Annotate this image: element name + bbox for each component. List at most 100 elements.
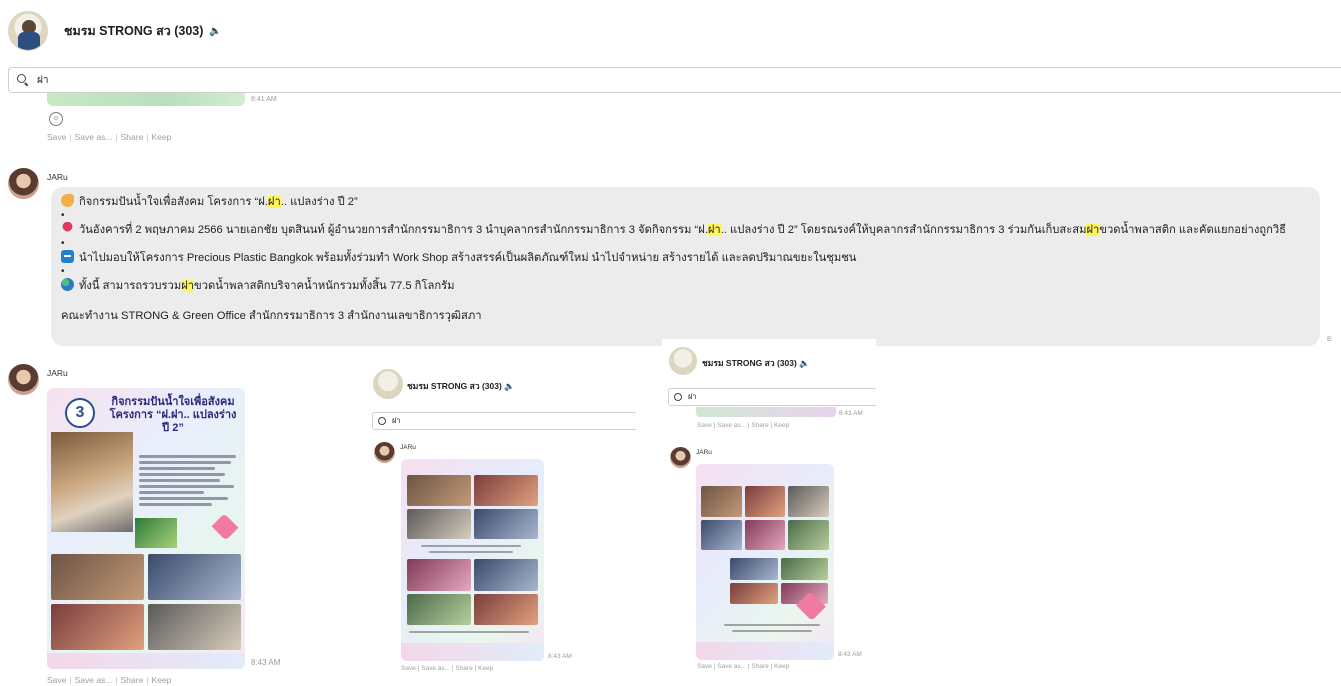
save-link[interactable]: Save	[47, 132, 66, 142]
save-as-link: Save as...	[717, 422, 747, 429]
save-link: Save	[697, 663, 712, 670]
search-highlight: ฝา	[181, 280, 195, 292]
search-value: ฝา	[392, 416, 401, 425]
share-link[interactable]: Share	[121, 675, 144, 685]
chat-title[interactable]: ชมรม STRONG สว (303)	[64, 21, 203, 41]
bullet-dot: •	[61, 210, 65, 221]
share-link[interactable]: Share	[121, 132, 144, 142]
chat-search-bar: ฝา	[372, 412, 636, 430]
search-icon	[674, 393, 682, 401]
poster-photo	[135, 518, 177, 548]
message-time: 8:	[1327, 336, 1333, 343]
search-icon	[17, 74, 29, 86]
poster-text-block	[135, 452, 243, 526]
save-as-link: Save as...	[717, 663, 747, 670]
poster-title: กิจกรรมปันน้ำใจเพื่อสังคม โครงการ “ฝ.ฝา.…	[109, 396, 237, 434]
search-highlight: ฝา	[1086, 224, 1100, 236]
message-actions: Save | Save as... | Share | Keep	[401, 665, 494, 672]
gallery-photo	[148, 604, 241, 650]
gallery-photo	[51, 554, 144, 600]
message-line-1: กิจกรรมปันน้ำใจเพื่อสังคม โครงการ “ฝ.ฝา.…	[61, 194, 1310, 210]
sender-avatar	[374, 442, 395, 463]
message-line-4: ทั้งนี้ สามารถรวบรวมฝาขวดน้ำพลาสติกบริจา…	[61, 278, 1310, 294]
keep-link[interactable]: Keep	[152, 132, 172, 142]
hand-point-icon	[61, 194, 74, 207]
share-link: Share	[751, 422, 769, 429]
search-input[interactable]	[37, 74, 637, 86]
group-avatar	[373, 369, 403, 399]
chat-title: ชมรม STRONG สว (303) 🔈	[407, 381, 515, 391]
sender-name: JARu	[47, 172, 68, 182]
message-actions: Save | Save as... | Share | Keep	[47, 132, 172, 142]
message-actions: Save | Save as... | Share | Keep	[697, 663, 790, 670]
chat-search-bar[interactable]	[8, 67, 1341, 93]
poster-photo	[51, 432, 133, 532]
message-line-2: วันอังคารที่ 2 พฤษภาคม 2566 นายเอกชัย บุ…	[61, 222, 1310, 238]
group-avatar[interactable]	[8, 11, 48, 51]
save-as-link[interactable]: Save as...	[75, 675, 113, 685]
keep-link[interactable]: Keep	[152, 675, 172, 685]
message-actions: Save | Save as... | Share | Keep	[47, 675, 172, 685]
poster-photo-gallery	[51, 554, 241, 650]
text-segment: ทั้งนี้ สามารถรวบรวม	[79, 280, 182, 292]
poster-footer	[47, 653, 245, 669]
message-line-5: คณะทำงาน STRONG & Green Office สำนักกรรม…	[61, 310, 482, 322]
chat-search-bar: ฝา	[668, 388, 876, 406]
chat-title-wrap: ชมรม STRONG สว (303) 🔈	[64, 21, 222, 41]
text-segment: วันอังคารที่ 2 พฤษภาคม 2566 นายเอกชัย บุ…	[79, 224, 708, 236]
share-link: Share	[751, 663, 769, 670]
message-time: 8:43 AM	[838, 651, 862, 658]
avatar-person-body	[18, 32, 40, 50]
share-link: Share	[455, 665, 473, 672]
speaker-mute-icon: 🔈	[209, 25, 222, 37]
poster-photo-gallery	[407, 475, 538, 539]
chat-header: ชมรม STRONG สว (303) 🔈	[0, 0, 1341, 62]
sender-avatar	[670, 447, 691, 468]
message-time: 8:43 AM	[251, 658, 281, 667]
reaction-icon[interactable]: ☺	[49, 112, 63, 126]
previous-message-time: 8:41 AM	[251, 96, 277, 103]
message-time: 8:43 AM	[548, 653, 572, 660]
text-message-bubble[interactable]: กิจกรรมปันน้ำใจเพื่อสังคม โครงการ “ฝ.ฝา.…	[51, 187, 1320, 346]
text-segment: ขวดน้ำพลาสติกบริจาคน้ำหนักรวมทั้งสิ้น 77…	[194, 280, 455, 292]
save-link: Save	[697, 422, 712, 429]
message-actions: Save | Save as... | Share | Keep	[697, 422, 790, 429]
previous-image-thumbnail[interactable]	[47, 93, 245, 106]
poster-footer	[401, 643, 544, 661]
sender-name: JARu	[47, 368, 68, 378]
previous-message-time: 8:43 AM	[839, 410, 863, 417]
bullet-dot: •	[61, 238, 65, 249]
sender-avatar[interactable]	[8, 168, 39, 199]
save-link[interactable]: Save	[47, 675, 66, 685]
sender-name: JARu	[400, 444, 416, 451]
save-as-link[interactable]: Save as...	[75, 132, 113, 142]
text-segment: นำไปมอบให้โครงการ Precious Plastic Bangk…	[79, 252, 857, 264]
arrow-right-icon	[61, 250, 74, 263]
keep-link: Keep	[774, 422, 790, 429]
save-link: Save	[401, 665, 416, 672]
sender-name: JARu	[696, 449, 712, 456]
text-segment: ขวดน้ำพลาสติก และคัดแยกอย่างถูกวิธี	[1099, 224, 1286, 236]
globe-icon	[61, 278, 74, 291]
group-avatar	[669, 347, 697, 375]
gallery-photo	[148, 554, 241, 600]
text-segment: กิจกรรมปันน้ำใจเพื่อสังคม โครงการ “ฝ.	[79, 196, 268, 208]
poster-image[interactable]	[696, 464, 834, 660]
poster-image[interactable]	[401, 459, 544, 661]
pin-icon	[61, 222, 74, 235]
message-line-3: นำไปมอบให้โครงการ Precious Plastic Bangk…	[61, 250, 1310, 266]
sender-avatar[interactable]	[8, 364, 39, 395]
search-highlight: ฝา	[707, 224, 721, 236]
keep-link: Keep	[478, 665, 494, 672]
text-segment: .. แปลงร่าง ปี 2” โดยรณรงค์ให้บุคลากรสำน…	[720, 224, 1087, 236]
poster-photo-gallery	[407, 559, 538, 625]
chat-title: ชมรม STRONG สว (303) 🔈	[702, 358, 810, 368]
text-segment: .. แปลงร่าง ปี 2”	[280, 196, 358, 208]
search-value: ฝา	[688, 392, 697, 401]
poster-logo: 3	[65, 398, 95, 428]
save-as-link: Save as...	[421, 665, 451, 672]
search-highlight: ฝา	[267, 196, 281, 208]
poster-image[interactable]: 3 กิจกรรมปันน้ำใจเพื่อสังคม โครงการ “ฝ.ฝ…	[47, 388, 245, 669]
gallery-photo	[51, 604, 144, 650]
poster-photo-gallery	[701, 486, 829, 550]
